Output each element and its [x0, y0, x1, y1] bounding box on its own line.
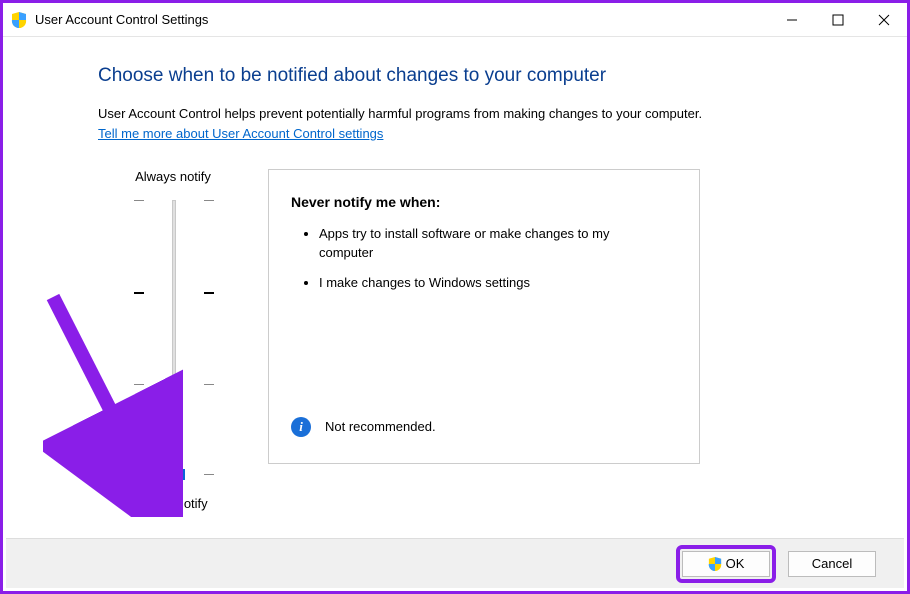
- info-bullet-list: Apps try to install software or make cha…: [291, 224, 677, 303]
- window-title: User Account Control Settings: [35, 12, 208, 27]
- ok-button[interactable]: OK: [682, 551, 770, 577]
- button-bar: OK Cancel: [6, 538, 904, 588]
- ok-button-highlight: OK: [676, 545, 776, 583]
- slider-tick: [134, 200, 214, 201]
- slider-tick: [134, 384, 214, 385]
- slider-tick: [134, 292, 214, 294]
- ok-button-label: OK: [726, 556, 745, 571]
- info-heading: Never notify me when:: [291, 194, 677, 210]
- slider-label-bottom: Never notify: [118, 496, 228, 511]
- titlebar: User Account Control Settings: [3, 3, 907, 37]
- cancel-button-label: Cancel: [812, 556, 852, 571]
- body-row: Always notify Never notify Never notify …: [98, 169, 859, 511]
- slider-thumb[interactable]: [163, 469, 185, 480]
- info-icon: i: [291, 417, 311, 437]
- description-text: User Account Control helps prevent poten…: [98, 105, 859, 124]
- recommendation-note: i Not recommended.: [291, 417, 677, 445]
- uac-shield-icon: [11, 12, 27, 28]
- info-panel: Never notify me when: Apps try to instal…: [268, 169, 700, 464]
- slider-track-bg: [172, 200, 176, 480]
- slider-column: Always notify Never notify: [98, 169, 268, 511]
- page-heading: Choose when to be notified about changes…: [98, 65, 859, 87]
- slider-label-top: Always notify: [118, 169, 228, 184]
- cancel-button[interactable]: Cancel: [788, 551, 876, 577]
- uac-shield-icon: [708, 557, 722, 571]
- content-area: Choose when to be notified about changes…: [3, 37, 907, 511]
- notification-slider[interactable]: [134, 196, 214, 486]
- uac-settings-window: User Account Control Settings Choose whe…: [0, 0, 910, 594]
- window-buttons: [769, 3, 907, 37]
- help-link[interactable]: Tell me more about User Account Control …: [98, 126, 383, 141]
- info-bullet: I make changes to Windows settings: [319, 273, 677, 293]
- maximize-button[interactable]: [815, 3, 861, 37]
- minimize-button[interactable]: [769, 3, 815, 37]
- close-button[interactable]: [861, 3, 907, 37]
- recommendation-text: Not recommended.: [325, 419, 436, 434]
- info-bullet: Apps try to install software or make cha…: [319, 224, 677, 263]
